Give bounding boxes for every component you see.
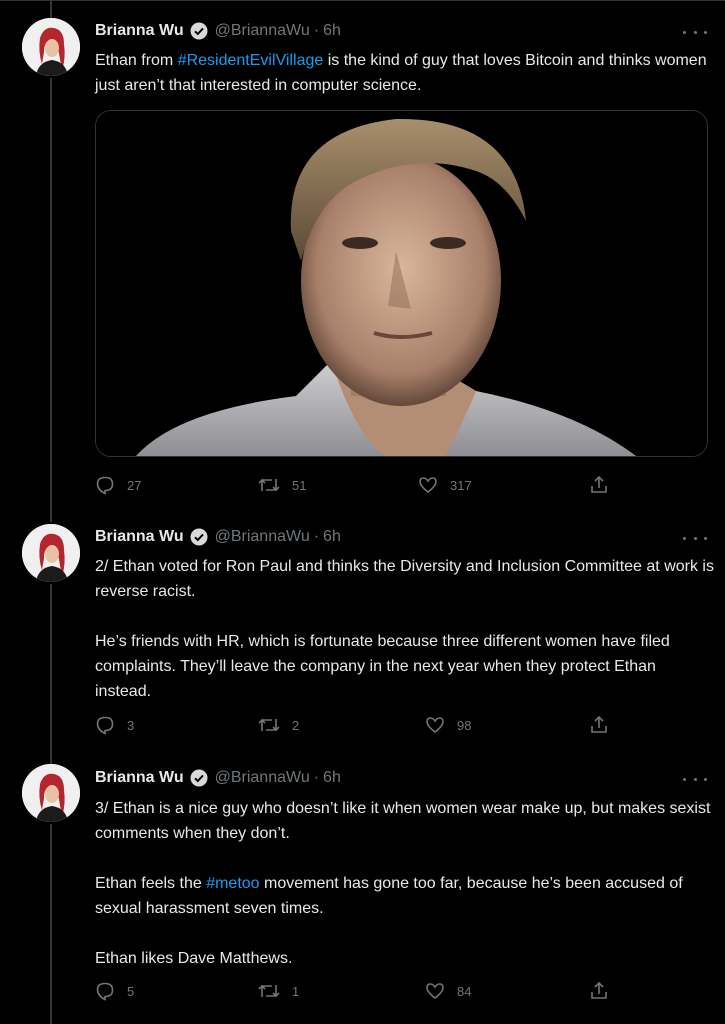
timestamp[interactable]: 6h	[323, 528, 341, 546]
author-name[interactable]: Brianna Wu	[95, 769, 184, 787]
like-icon	[426, 983, 444, 1000]
verified-badge-icon	[190, 769, 208, 787]
reply-count: 5	[127, 983, 135, 999]
tweet-text-segment: Ethan feels the	[95, 875, 207, 892]
more-options-icon[interactable]	[683, 24, 707, 40]
tweet-paragraph: Ethan likes Dave Matthews.	[95, 950, 293, 967]
reply-count: 27	[127, 477, 142, 493]
reply-button[interactable]: 3	[95, 715, 134, 735]
reply-icon	[96, 476, 114, 495]
reply-count: 3	[127, 717, 135, 733]
retweet-count: 2	[292, 717, 300, 733]
retweet-icon	[258, 984, 280, 998]
reply-icon	[96, 982, 114, 1001]
tweet[interactable]: Brianna Wu @BriannaWu · 6h 2/ Ethan vote…	[0, 510, 725, 760]
reply-button[interactable]: 27	[95, 475, 141, 495]
author-handle[interactable]: @BriannaWu	[215, 22, 310, 40]
like-button[interactable]: 317	[418, 475, 472, 495]
tweet-header: Brianna Wu @BriannaWu · 6h	[95, 526, 341, 548]
author-handle[interactable]: @BriannaWu	[215, 528, 310, 546]
hashtag-link[interactable]: #ResidentEvilVillage	[178, 52, 324, 69]
tweet-image[interactable]	[95, 110, 708, 457]
avatar[interactable]	[22, 764, 80, 822]
share-icon	[591, 475, 607, 493]
tweet-actions: 3 2 98	[95, 715, 615, 737]
like-button[interactable]: 98	[425, 715, 471, 735]
author-name[interactable]: Brianna Wu	[95, 528, 184, 546]
separator: ·	[313, 769, 320, 786]
retweet-icon	[258, 478, 280, 492]
separator: ·	[313, 528, 320, 545]
reply-button[interactable]: 5	[95, 981, 134, 1001]
retweet-button[interactable]: 2	[258, 715, 299, 735]
like-count: 98	[457, 717, 472, 733]
separator: ·	[313, 22, 320, 39]
more-options-icon[interactable]	[683, 530, 707, 546]
avatar[interactable]	[22, 524, 80, 582]
like-count: 84	[457, 983, 472, 999]
tweet-paragraph: 3/ Ethan is a nice guy who doesn’t like …	[95, 800, 711, 842]
timestamp[interactable]: 6h	[323, 22, 341, 40]
tweet-paragraph: 2/ Ethan voted for Ron Paul and thinks t…	[95, 558, 714, 600]
tweet-paragraph: Ethan feels the #metoo movement has gone…	[95, 871, 715, 921]
tweet-header: Brianna Wu @BriannaWu · 6h	[95, 20, 341, 42]
tweet-text: 3/ Ethan is a nice guy who doesn’t like …	[95, 796, 715, 971]
retweet-icon	[258, 718, 280, 732]
share-button[interactable]	[589, 981, 609, 1001]
retweet-count: 51	[292, 477, 307, 493]
timestamp[interactable]: 6h	[323, 769, 341, 787]
retweet-count: 1	[292, 983, 300, 999]
hashtag-link[interactable]: #metoo	[206, 875, 259, 892]
tweet-text: Ethan from #ResidentEvilVillage is the k…	[95, 48, 715, 98]
like-icon	[426, 717, 444, 734]
share-button[interactable]	[589, 475, 609, 495]
like-count: 317	[450, 477, 472, 493]
retweet-button[interactable]: 1	[258, 981, 299, 1001]
retweet-button[interactable]: 51	[258, 475, 306, 495]
author-name[interactable]: Brianna Wu	[95, 22, 184, 40]
share-icon	[591, 981, 607, 999]
more-options-icon[interactable]	[683, 771, 707, 787]
tweet-actions: 5 1 84	[95, 981, 615, 1003]
tweet-text-segment: Ethan from	[95, 52, 178, 69]
tweet-paragraph: He’s friends with HR, which is fortunate…	[95, 633, 670, 700]
verified-badge-icon	[190, 22, 208, 40]
tweet-text: 2/ Ethan voted for Ron Paul and thinks t…	[95, 554, 715, 704]
reply-icon	[96, 716, 114, 735]
author-handle[interactable]: @BriannaWu	[215, 769, 310, 787]
share-button[interactable]	[589, 715, 609, 735]
tweet[interactable]: Brianna Wu @BriannaWu · 6h Ethan from #R…	[0, 0, 725, 510]
share-icon	[591, 715, 607, 733]
tweet[interactable]: Brianna Wu @BriannaWu · 6h 3/ Ethan is a…	[0, 760, 725, 1024]
like-icon	[419, 477, 437, 494]
verified-badge-icon	[190, 528, 208, 546]
tweet-actions: 27 51 317	[95, 475, 615, 497]
avatar[interactable]	[22, 18, 80, 76]
like-button[interactable]: 84	[425, 981, 471, 1001]
tweet-header: Brianna Wu @BriannaWu · 6h	[95, 767, 341, 789]
